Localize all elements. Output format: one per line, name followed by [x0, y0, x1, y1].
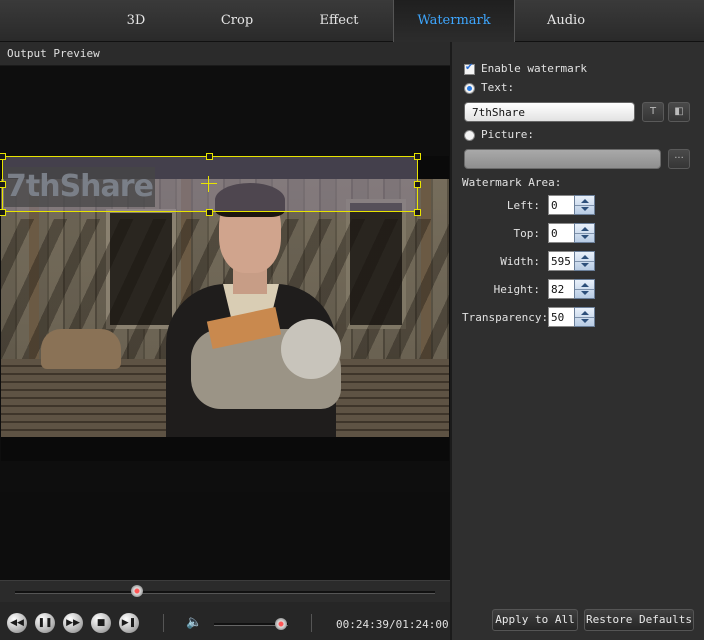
video-area: 7thShare	[0, 66, 450, 492]
enable-watermark-label[interactable]: Enable watermark	[481, 62, 587, 75]
stepper-arrows-icon[interactable]	[574, 195, 595, 215]
next-icon[interactable]: ▶❚	[119, 613, 139, 633]
watermark-area-label: Watermark Area:	[462, 176, 562, 189]
height-value[interactable]: 82	[548, 279, 575, 299]
height-label: Height:	[493, 283, 540, 296]
resize-handle[interactable]	[414, 181, 421, 188]
rewind-icon[interactable]: ◀◀	[7, 613, 27, 633]
tab-audio[interactable]: Audio	[510, 0, 622, 42]
move-crosshair-icon[interactable]	[201, 176, 217, 192]
top-value[interactable]: 0	[548, 223, 575, 243]
tab-crop[interactable]: Crop	[181, 0, 293, 42]
watermark-preview-text: 7thShare	[4, 167, 155, 207]
picture-radio[interactable]	[464, 130, 475, 141]
width-label: Width:	[500, 255, 540, 268]
picture-radio-label[interactable]: Picture:	[481, 128, 534, 141]
watermark-settings-panel: Enable watermark Text: 7thShare T ◧ Pict…	[450, 42, 704, 640]
seek-bar	[0, 580, 450, 602]
picture-path-input[interactable]	[464, 149, 661, 169]
stepper-arrows-icon[interactable]	[574, 279, 595, 299]
preview-panel: Output Preview 7thShare ◀◀ ❚❚ ▶▶ ■ ▶❚ 🔈 …	[0, 42, 450, 640]
resize-handle[interactable]	[0, 153, 6, 160]
transparency-label: Transparency:	[462, 311, 549, 324]
fast-forward-icon[interactable]: ▶▶	[63, 613, 83, 633]
left-stepper[interactable]: 0	[548, 195, 596, 215]
time-display: 00:24:39/01:24:00	[336, 618, 449, 631]
top-stepper[interactable]: 0	[548, 223, 596, 243]
left-value[interactable]: 0	[548, 195, 575, 215]
person-figure	[151, 183, 351, 437]
seek-thumb[interactable]	[130, 585, 143, 597]
watermark-text-input[interactable]: 7thShare	[464, 102, 635, 122]
divider	[311, 614, 312, 632]
stop-icon[interactable]: ■	[91, 613, 111, 633]
resize-handle[interactable]	[414, 209, 421, 216]
tab-3d[interactable]: 3D	[80, 0, 192, 42]
transparency-stepper[interactable]: 50	[548, 307, 596, 327]
width-stepper[interactable]: 595	[548, 251, 596, 271]
resize-handle[interactable]	[206, 209, 213, 216]
player-controls: ◀◀ ❚❚ ▶▶ ■ ▶❚ 🔈 00:24:39/01:24:00	[0, 602, 450, 640]
stepper-arrows-icon[interactable]	[574, 251, 595, 271]
transparency-value[interactable]: 50	[548, 307, 575, 327]
width-value[interactable]: 595	[548, 251, 575, 271]
apply-to-all-button[interactable]: Apply to All	[492, 609, 578, 631]
resize-handle[interactable]	[0, 209, 6, 216]
divider	[163, 614, 164, 632]
top-label: Top:	[513, 227, 541, 240]
left-label: Left:	[506, 199, 540, 212]
stepper-arrows-icon[interactable]	[574, 223, 595, 243]
tab-effect[interactable]: Effect	[283, 0, 395, 42]
font-icon[interactable]: T	[642, 102, 664, 122]
height-stepper[interactable]: 82	[548, 279, 596, 299]
color-icon[interactable]: ◧	[668, 102, 690, 122]
video-scene	[1, 179, 449, 437]
resize-handle[interactable]	[0, 181, 6, 188]
tab-bar: 3D Crop Effect Watermark Audio	[0, 0, 704, 42]
resize-handle[interactable]	[414, 153, 421, 160]
browse-button[interactable]: ···	[668, 149, 690, 169]
tab-watermark[interactable]: Watermark	[393, 0, 515, 42]
stepper-arrows-icon[interactable]	[574, 307, 595, 327]
resize-handle[interactable]	[206, 153, 213, 160]
text-radio-label[interactable]: Text:	[481, 81, 514, 94]
volume-thumb[interactable]	[275, 618, 288, 630]
enable-watermark-checkbox[interactable]	[464, 62, 475, 75]
output-preview-label: Output Preview	[0, 42, 450, 66]
seek-track[interactable]	[15, 591, 435, 594]
text-radio[interactable]	[464, 83, 475, 94]
pause-icon[interactable]: ❚❚	[35, 613, 55, 633]
restore-defaults-button[interactable]: Restore Defaults	[584, 609, 694, 631]
volume-icon[interactable]: 🔈	[186, 616, 202, 630]
